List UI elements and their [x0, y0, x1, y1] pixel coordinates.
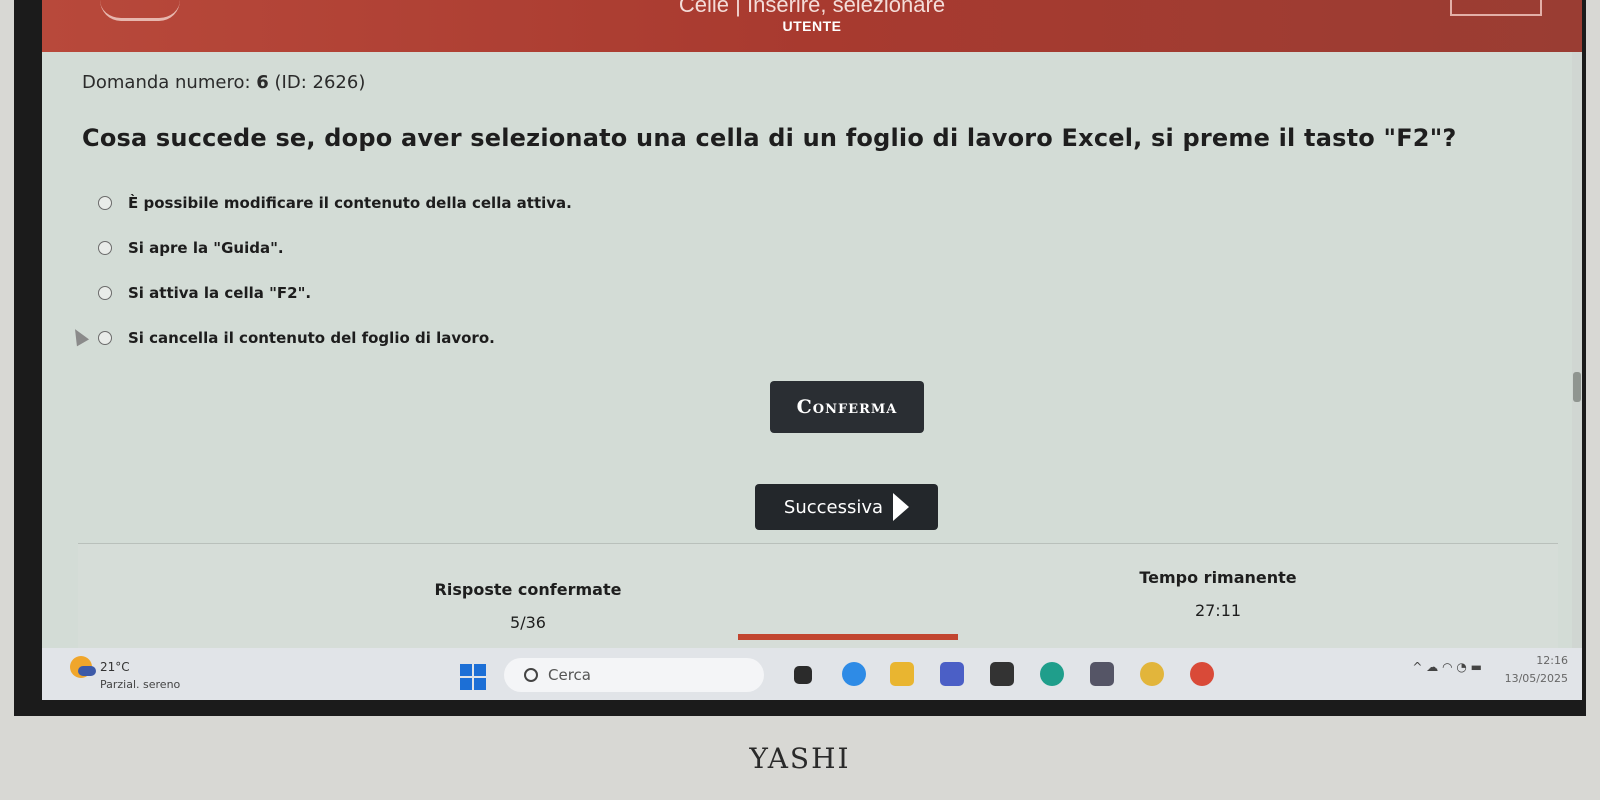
app-icon[interactable]: [1090, 662, 1114, 686]
question-number: Domanda numero: 6 (ID: 2626): [82, 72, 365, 93]
clock-time: 12:16: [1536, 654, 1568, 667]
time-remaining: Tempo rimanente 27:11: [1118, 568, 1318, 620]
status-panel: Risposte confermate 5/36 Tempo rimanente…: [78, 543, 1558, 649]
store-icon[interactable]: [990, 662, 1014, 686]
monitor-brand-logo: YASHI: [749, 742, 851, 775]
answer-option[interactable]: Si attiva la cella "F2".: [98, 270, 572, 315]
user-label: UTENTE: [782, 18, 842, 34]
radio-button[interactable]: [98, 195, 112, 210]
confirmed-answers: Risposte confermate 5/36: [418, 580, 638, 632]
quiz-app: Celle | Inserire, selezionare UTENTE Dom…: [42, 0, 1582, 649]
play-arrow-icon: [893, 493, 910, 521]
answer-text: Si apre la "Guida".: [128, 238, 284, 257]
answer-option[interactable]: Si apre la "Guida".: [98, 225, 572, 270]
file-explorer-icon[interactable]: [890, 662, 914, 686]
next-button-label: Successiva: [783, 496, 884, 518]
answer-text: Si attiva la cella "F2".: [128, 283, 312, 302]
question-id: (ID: 2626): [274, 72, 366, 93]
time-remaining-value: 27:11: [1194, 601, 1242, 620]
chrome-icon[interactable]: [1140, 662, 1164, 686]
search-icon: [524, 668, 538, 682]
mouse-cursor-icon: [68, 325, 90, 347]
weather-icon: [70, 656, 96, 678]
weather-widget[interactable]: 21°C Parzial. sereno: [70, 656, 180, 691]
question-number-value: 6: [256, 72, 269, 93]
section-title: Celle | Inserire, selezionare: [678, 0, 946, 17]
answer-text: È possibile modificare il contenuto dell…: [128, 193, 572, 212]
header-bar: Celle | Inserire, selezionare UTENTE: [42, 0, 1582, 52]
clock-date: 13/05/2025: [1504, 672, 1568, 685]
teams-icon[interactable]: [940, 662, 964, 686]
question-text: Cosa succede se, dopo aver selezionato u…: [82, 124, 1457, 152]
screen: Celle | Inserire, selezionare UTENTE Dom…: [14, 0, 1586, 716]
taskbar-search[interactable]: Cerca: [504, 658, 764, 692]
taskbar: 21°C Parzial. sereno Cerca ^ ☁ ◠ ◔ ▬ 12:…: [42, 648, 1582, 700]
radio-button[interactable]: [98, 240, 112, 255]
scrollbar[interactable]: [1572, 52, 1582, 648]
confirmed-answers-label: Risposte confermate: [434, 580, 622, 599]
browser-icon[interactable]: [842, 662, 866, 686]
confirm-button[interactable]: Conferma: [770, 381, 924, 433]
system-tray[interactable]: ^ ☁ ◠ ◔ ▬: [1412, 660, 1482, 674]
progress-fill: [738, 634, 958, 640]
answer-option[interactable]: È possibile modificare il contenuto dell…: [98, 180, 572, 225]
answer-list: È possibile modificare il contenuto dell…: [98, 180, 572, 360]
question-number-label: Domanda numero:: [82, 72, 251, 93]
edge-icon[interactable]: [1040, 662, 1064, 686]
confirmed-answers-value: 5/36: [510, 613, 546, 632]
windows-start-icon[interactable]: [460, 664, 486, 690]
clock[interactable]: 12:16 13/05/2025: [1505, 652, 1568, 688]
progress-bar: [738, 634, 958, 640]
scrollbar-thumb[interactable]: [1573, 372, 1581, 402]
answer-text: Si cancella il contenuto del foglio di l…: [128, 328, 495, 347]
weather-temp: 21°C: [100, 660, 130, 674]
answer-option[interactable]: Si cancella il contenuto del foglio di l…: [98, 315, 572, 360]
chrome-alt-icon[interactable]: [1190, 662, 1214, 686]
next-button[interactable]: Successiva: [755, 484, 938, 530]
weather-condition: Parzial. sereno: [100, 678, 181, 691]
search-placeholder: Cerca: [548, 666, 591, 684]
time-remaining-label: Tempo rimanente: [1139, 568, 1297, 587]
radio-button[interactable]: [98, 285, 112, 300]
header-right-box: [1450, 0, 1542, 16]
task-view-icon[interactable]: [794, 666, 812, 684]
radio-button[interactable]: [98, 330, 112, 345]
